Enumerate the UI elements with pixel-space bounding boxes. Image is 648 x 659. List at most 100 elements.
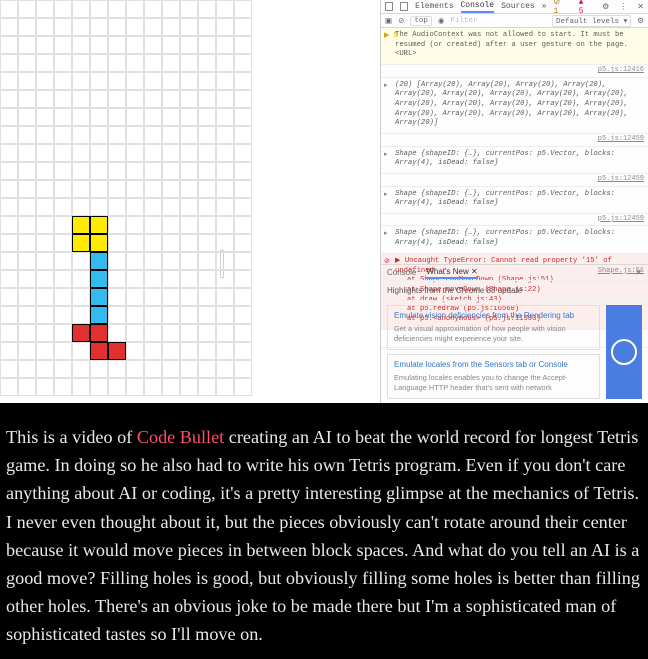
grid-cell: [72, 270, 90, 288]
console-log: ▸ Shape {shapeID: {…}, currentPos: p5.Ve…: [381, 187, 648, 214]
grid-cell: [108, 144, 126, 162]
grid-cell: [54, 36, 72, 54]
log-shape: Shape {shapeID: {…}, currentPos: p5.Vect…: [395, 190, 615, 208]
grid-cell: [108, 54, 126, 72]
grid-cell: [234, 360, 252, 378]
grid-cell: [198, 180, 216, 198]
devtools-tabbar: Elements Console Sources » ⊘ 1 ▲ 5 ⚙ ⋮ ✕: [381, 0, 648, 14]
grid-cell: [162, 72, 180, 90]
grid-cell: [198, 288, 216, 306]
grid-cell: [216, 126, 234, 144]
grid-cell: [234, 144, 252, 162]
eye-icon[interactable]: ◉: [438, 16, 445, 26]
grid-cell: [180, 18, 198, 36]
grid-cell: [36, 342, 54, 360]
link-code-bullet[interactable]: Code Bullet: [137, 427, 224, 447]
grid-cell: [216, 234, 234, 252]
grid-cell: [108, 0, 126, 18]
device-icon[interactable]: [400, 2, 408, 11]
grid-cell: [108, 324, 126, 342]
inspect-icon[interactable]: [385, 2, 393, 11]
grid-cell: [126, 72, 144, 90]
gear-icon[interactable]: ⚙: [602, 2, 609, 12]
grid-cell: [180, 180, 198, 198]
grid-cell: [90, 0, 108, 18]
grid-cell: [216, 378, 234, 396]
grid-cell: [108, 108, 126, 126]
source-link[interactable]: p5.js:12459: [598, 215, 644, 224]
grid-cell: [72, 360, 90, 378]
grid-cell: [36, 108, 54, 126]
grid-cell: [144, 270, 162, 288]
log-shape: Shape {shapeID: {…}, currentPos: p5.Vect…: [395, 229, 615, 247]
grid-cell: [18, 108, 36, 126]
grid-cell: [216, 270, 234, 288]
source-link[interactable]: p5.js:12459: [598, 135, 644, 144]
tetris-block: [108, 342, 126, 360]
grid-cell: [72, 90, 90, 108]
filter-input[interactable]: Filter: [450, 17, 477, 25]
grid-cell: [54, 288, 72, 306]
log-array: (20) [Array(20), Array(20), Array(20), A…: [395, 81, 628, 128]
log-levels-selector[interactable]: Default levels ▾: [552, 15, 631, 27]
grid-cell: [234, 378, 252, 396]
expand-icon[interactable]: ▸: [384, 230, 388, 239]
grid-cell: [108, 270, 126, 288]
error-count[interactable]: ⊘ 1: [554, 0, 568, 16]
grid-cell: [18, 144, 36, 162]
source-link[interactable]: p5.js:12459: [598, 175, 644, 184]
grid-cell: [18, 90, 36, 108]
expand-icon[interactable]: ▸: [384, 151, 388, 160]
tab-console[interactable]: Console: [461, 1, 495, 13]
grid-cell: [234, 126, 252, 144]
tab-more[interactable]: »: [542, 2, 547, 11]
grid-cell: [234, 198, 252, 216]
source-link[interactable]: p5.js:12416: [598, 66, 644, 75]
settings-gear-icon[interactable]: ⚙: [637, 16, 644, 26]
grid-cell: [180, 270, 198, 288]
kebab-icon[interactable]: ⋮: [619, 2, 627, 12]
grid-cell: [72, 162, 90, 180]
grid-cell: [72, 198, 90, 216]
tab-sources[interactable]: Sources: [501, 2, 535, 11]
close-icon[interactable]: ✕: [637, 2, 644, 12]
grid-cell: [126, 144, 144, 162]
grid-cell: [72, 54, 90, 72]
grid-cell: [198, 306, 216, 324]
grid-cell: [234, 0, 252, 18]
grid-cell: [162, 126, 180, 144]
console-log: p5.js:12459: [381, 174, 648, 186]
whats-new-cards: Emulate vision deficiencies from the Ren…: [381, 301, 648, 403]
grid-cell: [180, 126, 198, 144]
grid-cell: [0, 126, 18, 144]
grid-cell: [162, 216, 180, 234]
log-text: Shape {shapeID: {…}, currentPos: p5.Vect…: [395, 229, 644, 248]
drawer-tab-whats-new[interactable]: What's New ✕: [426, 267, 477, 279]
grid-cell: [162, 252, 180, 270]
drawer-close-icon[interactable]: ✕: [635, 268, 642, 277]
grid-cell: [144, 252, 162, 270]
clear-icon[interactable]: ⊘: [398, 16, 404, 26]
grid-cell: [162, 198, 180, 216]
context-selector[interactable]: top: [410, 16, 432, 26]
grid-cell: [0, 198, 18, 216]
grid-cell: [72, 378, 90, 396]
sidebar-toggle-icon[interactable]: ▣: [385, 16, 392, 26]
grid-cell: [108, 180, 126, 198]
grid-cell: [234, 90, 252, 108]
whats-new-card[interactable]: Emulate locales from the Sensors tab or …: [387, 354, 600, 399]
grid-cell: [216, 36, 234, 54]
grid-cell: [216, 108, 234, 126]
grid-cell: [90, 108, 108, 126]
expand-icon[interactable]: ▸: [384, 82, 388, 91]
expand-icon[interactable]: ▸: [384, 191, 388, 200]
warning-count[interactable]: ▲ 5: [579, 0, 591, 16]
grid-cell: [162, 234, 180, 252]
circle-icon: [611, 339, 637, 365]
tab-elements[interactable]: Elements: [415, 2, 453, 11]
grid-cell: [72, 36, 90, 54]
whats-new-card[interactable]: Emulate vision deficiencies from the Ren…: [387, 305, 600, 350]
tetris-block: [90, 270, 108, 288]
drawer-tab-console[interactable]: Console: [387, 268, 416, 277]
grid-cell: [18, 0, 36, 18]
